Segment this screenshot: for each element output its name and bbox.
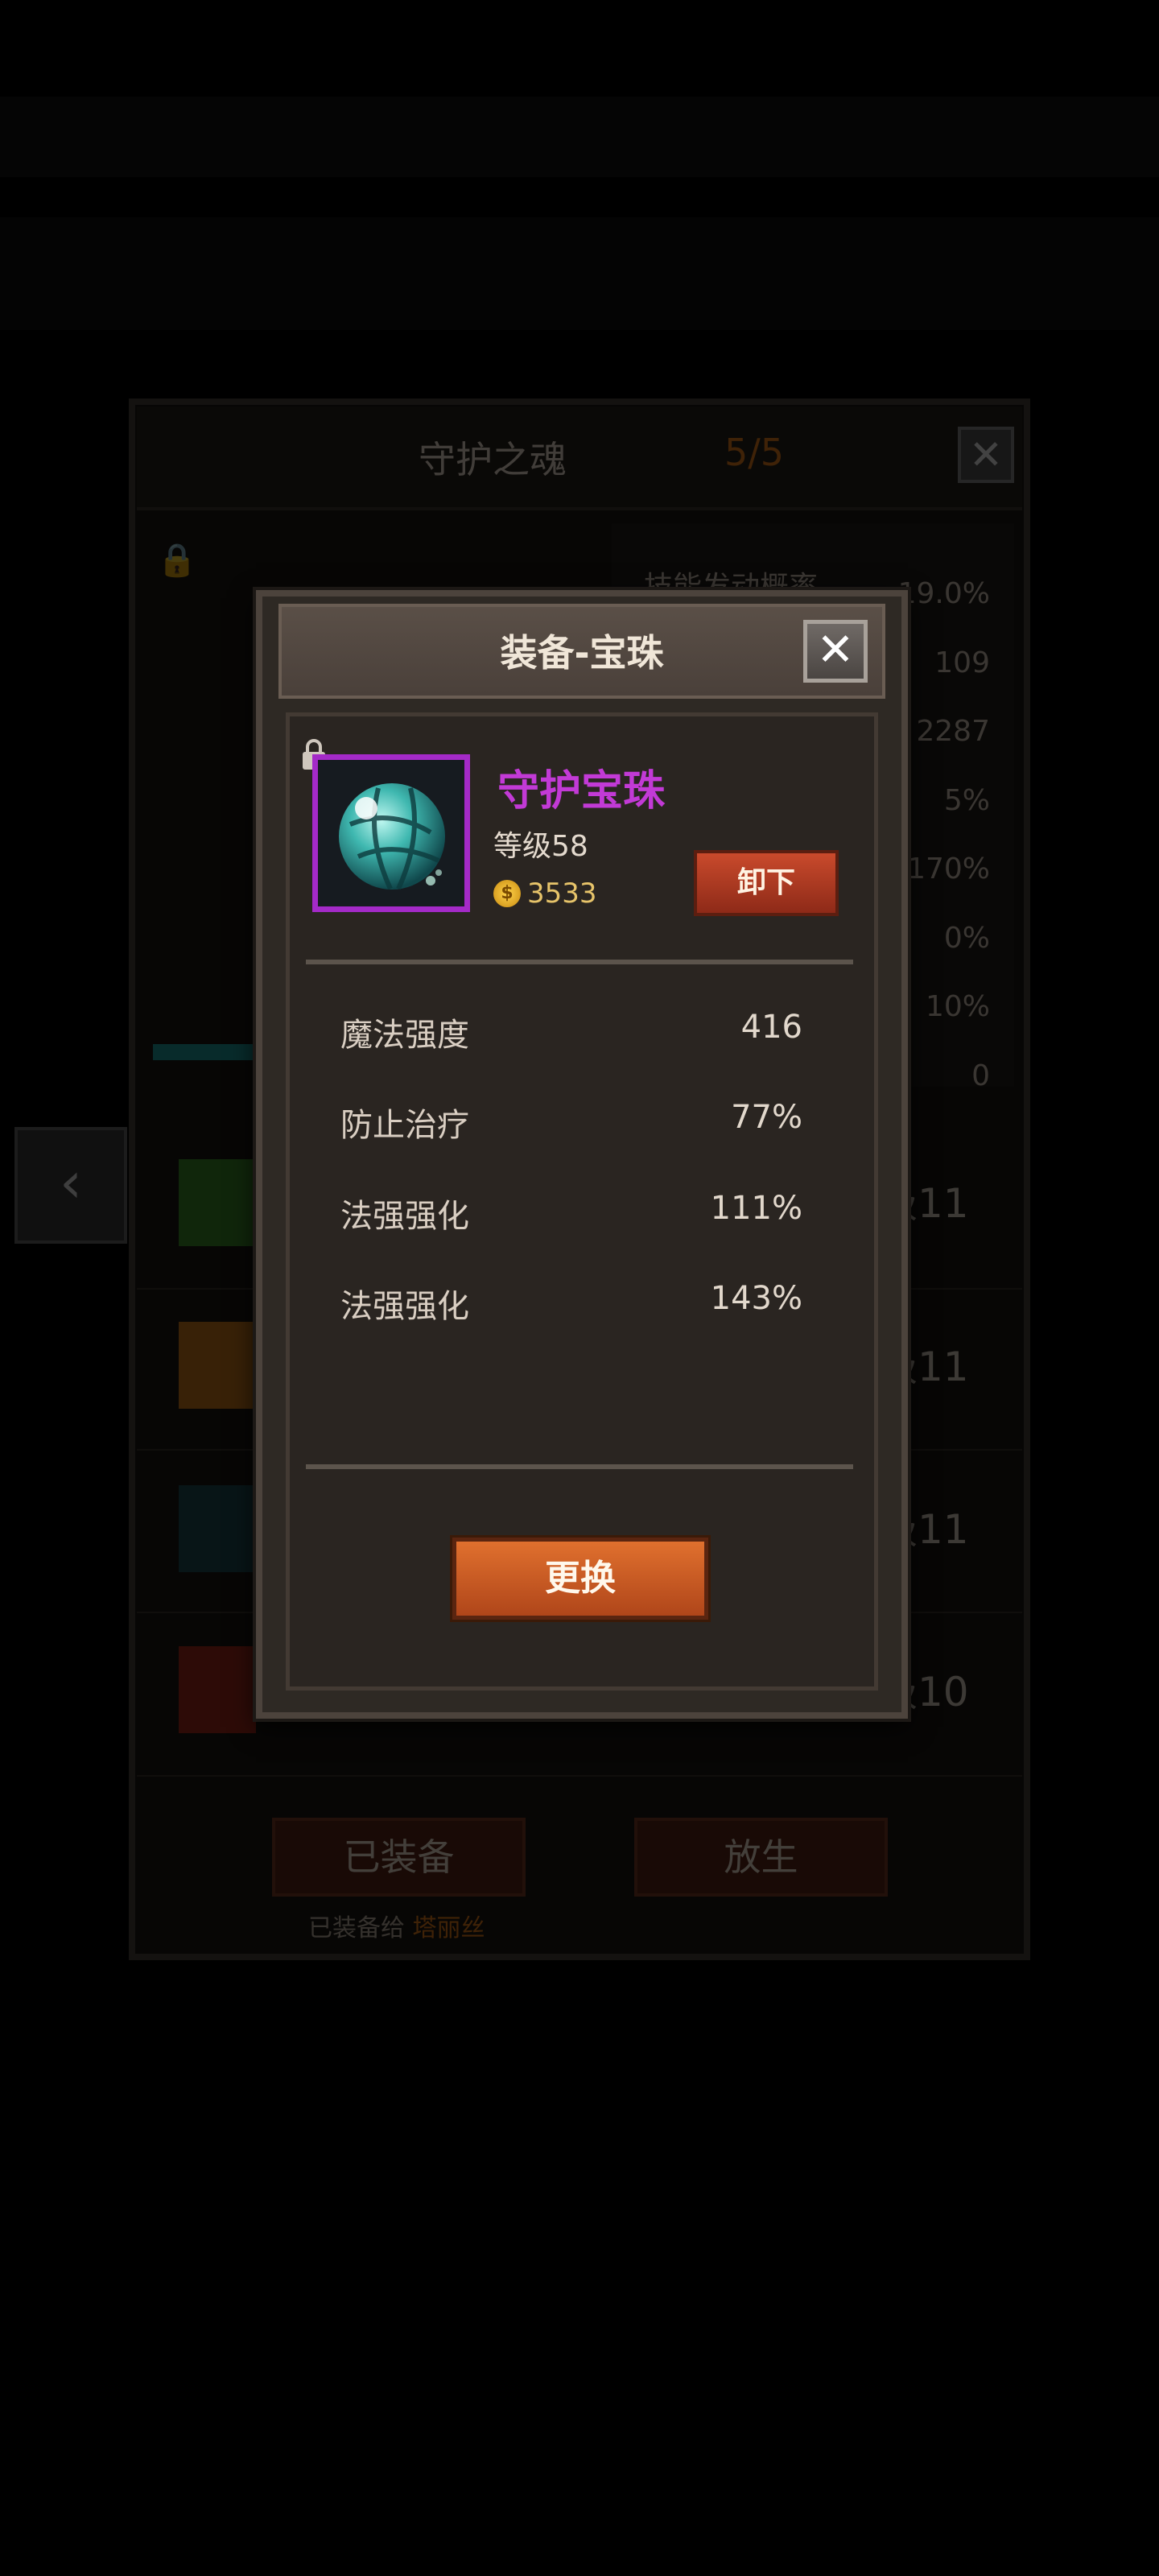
teal-orb-icon	[318, 760, 464, 906]
item-price: 3533	[527, 877, 597, 910]
equipped-to-prefix: 已装备给	[308, 1914, 405, 1942]
stat-value: 143%	[710, 1280, 802, 1317]
release-button[interactable]: 放生	[634, 1818, 888, 1897]
top-resource-bar	[0, 97, 1159, 177]
soul-panel-title: 守护之魂	[419, 438, 567, 481]
lock-icon: 🔒	[157, 542, 197, 579]
divider	[306, 1463, 853, 1469]
stat-value: 77%	[731, 1099, 802, 1136]
skill-icon-vortex[interactable]	[179, 1485, 256, 1572]
experience-bar	[153, 1044, 266, 1060]
stat-value: 416	[740, 1009, 802, 1046]
stat-value: 111%	[710, 1190, 802, 1227]
stat-name: 法强强化	[340, 1198, 469, 1235]
unequip-button[interactable]: 卸下	[694, 850, 839, 916]
modal-title: 装备-宝珠	[500, 631, 664, 675]
previous-arrow-button[interactable]: ‹	[14, 1127, 127, 1244]
replace-button[interactable]: 更换	[452, 1538, 708, 1620]
soul-panel-count: 5/5	[724, 431, 785, 474]
skill-icon-fire[interactable]	[179, 1322, 256, 1409]
skill-icon-book[interactable]	[179, 1646, 256, 1733]
skill-icon-nature[interactable]	[179, 1159, 256, 1246]
soul-panel-header	[137, 407, 1022, 510]
equipped-button[interactable]: 已装备	[272, 1818, 526, 1897]
stat-name: 法强强化	[340, 1288, 469, 1325]
gold-coin-icon: $	[493, 880, 521, 907]
soul-panel-close-button[interactable]: ✕	[958, 427, 1014, 483]
item-level: 等级58	[493, 830, 588, 863]
equipped-to-text: 已装备给 塔丽丝	[308, 1908, 485, 1943]
divider	[306, 958, 853, 964]
divider	[137, 1775, 1022, 1777]
modal-close-button[interactable]: ✕	[803, 620, 868, 683]
top-hero-row	[0, 217, 1159, 330]
item-icon-frame[interactable]	[312, 754, 470, 912]
equipped-to-name: 塔丽丝	[412, 1914, 485, 1942]
item-name: 守护宝珠	[497, 767, 666, 815]
stat-name: 防止治疗	[340, 1107, 469, 1144]
stat-name: 魔法强度	[340, 1017, 469, 1054]
